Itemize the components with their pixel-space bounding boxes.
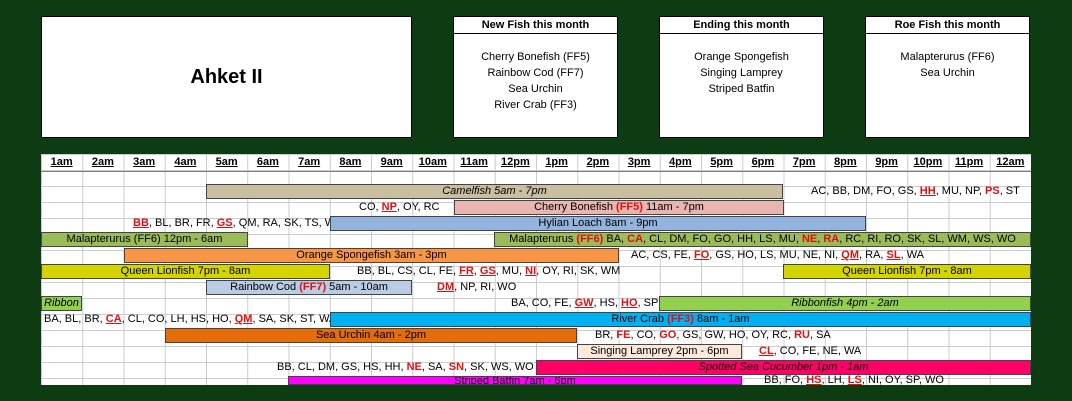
rainbow-cod-notes: DM, NP, RI, WO bbox=[437, 281, 517, 293]
roe-panel: Roe Fish this month Malapterurus (FF6) S… bbox=[865, 16, 1030, 138]
hour-label: 9pm bbox=[875, 156, 898, 168]
hour-label: 11pm bbox=[955, 156, 984, 168]
cherry-notes: CO, NP, OY, RC bbox=[359, 201, 440, 213]
ribbonfish-notes: BA, CO, FE, GW, HS, HO, SP bbox=[511, 297, 659, 309]
queen-lionfish-bar-late: Queen Lionfish 7pm - 8am bbox=[783, 264, 1031, 279]
ending-heading: Ending this month bbox=[660, 17, 823, 34]
camelfish-notes: AC, BB, DM, FO, GS, HH, MU, NP, PS, ST bbox=[811, 185, 1020, 197]
new-fish-item: Rainbow Cod (FF7) bbox=[487, 67, 584, 79]
sea-cucumber-notes: BB, CL, DM, GS, HS, HH, NE, SA, SN, SK, … bbox=[277, 361, 534, 373]
camelfish-bar: Camelfish 5am - 7pm bbox=[206, 184, 783, 199]
hour-label: 11am bbox=[460, 156, 488, 168]
hour-label: 5pm bbox=[710, 156, 733, 168]
hour-label: 10pm bbox=[913, 156, 943, 168]
queen-lionfish-notes: BB, BL, CS, CL, FE, FR, GS, MU, NI, OY, … bbox=[357, 265, 621, 277]
hour-label: 12am bbox=[996, 156, 1025, 168]
hour-label: 8pm bbox=[834, 156, 857, 168]
roe-heading: Roe Fish this month bbox=[866, 17, 1029, 34]
queen-lionfish-bar-early: Queen Lionfish 7pm - 8am bbox=[41, 264, 330, 279]
new-fish-item: Cherry Bonefish (FF5) bbox=[481, 51, 590, 63]
ribbonfish-bar-late: Ribbonfish 4pm - 2am bbox=[659, 296, 1031, 311]
singing-lamprey-bar: Singing Lamprey 2pm - 6pm bbox=[577, 344, 742, 359]
hour-label: 12pm bbox=[501, 156, 530, 168]
hour-label: 3am bbox=[133, 156, 156, 168]
hour-label: 7am bbox=[298, 156, 321, 168]
new-fish-item: River Crab (FF3) bbox=[494, 99, 577, 111]
title-panel: Ahket II bbox=[41, 16, 412, 138]
singing-lamprey-notes: CL, CO, FE, NE, WA bbox=[759, 345, 862, 357]
sea-urchin-notes: BR, FE, CO, GO, GS, GW, HO, OY, RC, RU, … bbox=[595, 329, 831, 341]
river-crab-bar: River Crab (FF3) 8am - 1am bbox=[330, 312, 1031, 327]
striped-batfin-notes: BB, FO, HS, LH, LS, NI, OY, SP, WO bbox=[764, 374, 944, 385]
hour-label: 2pm bbox=[586, 156, 610, 168]
hour-label: 10am bbox=[418, 156, 447, 168]
ribbonfish-bar-early: Ribbon bbox=[41, 296, 82, 311]
orange-spongefish-bar: Orange Spongefish 3am - 3pm bbox=[124, 248, 619, 263]
sea-urchin-bar: Sea Urchin 4am - 2pm bbox=[165, 328, 577, 343]
ending-item: Orange Spongefish bbox=[694, 51, 789, 63]
ending-item: Striped Batfin bbox=[708, 83, 775, 95]
ending-item: Singing Lamprey bbox=[700, 67, 783, 79]
orange-spongefish-notes: AC, CS, FE, FO, GS, HO, LS, MU, NE, NI, … bbox=[631, 249, 925, 261]
hour-label: 1pm bbox=[545, 156, 568, 168]
hour-label: 1am bbox=[50, 156, 73, 168]
ending-panel: Ending this month Orange Spongefish Sing… bbox=[659, 16, 824, 138]
schedule-grid: 1am 2am 3am 4am 5am 6am 7am 8am 9am 10am 11am 12pm 1… bbox=[41, 154, 1031, 385]
malapterurus-bar-late: Malapterurus (FF6) BA, CA, CL, DM, FO, G… bbox=[494, 232, 1031, 247]
cherry-bar: Cherry Bonefish (FF5) 11am - 7pm bbox=[454, 200, 784, 215]
hour-label: 7pm bbox=[792, 156, 816, 168]
striped-batfin-bar: Striped Batfin 7am - 6pm bbox=[288, 376, 742, 385]
hour-label: 2am bbox=[91, 156, 114, 168]
roe-item: Malapterurus (FF6) bbox=[900, 51, 995, 63]
hour-label: 6pm bbox=[751, 156, 775, 168]
roe-item: Sea Urchin bbox=[920, 67, 975, 79]
malapterurus-bar-early: Malapterurus (FF6) 12pm - 6am bbox=[41, 232, 248, 247]
river-crab-notes: BA, BL, BR, CA, CL, CO, LH, HS, HO, QM, … bbox=[44, 313, 337, 325]
hour-label: 4pm bbox=[669, 156, 692, 168]
hylian-notes: BB, BL, BR, FR, GS, QM, RA, SK, TS, WS bbox=[133, 217, 343, 229]
hour-label: 6am bbox=[256, 156, 279, 168]
hour-label: 8am bbox=[339, 156, 362, 168]
hour-label: 4am bbox=[174, 156, 197, 168]
hour-label: 3pm bbox=[627, 156, 651, 168]
hour-label: 9am bbox=[380, 156, 403, 168]
rainbow-cod-bar: Rainbow Cod (FF7) 5am - 10am bbox=[206, 280, 412, 295]
hylian-bar: Hylian Loach 8am - 9pm bbox=[330, 216, 866, 231]
hour-label: 5am bbox=[215, 156, 238, 168]
new-fish-panel: New Fish this month Cherry Bonefish (FF5… bbox=[453, 16, 618, 138]
location-title: Ahket II bbox=[190, 65, 263, 88]
new-fish-item: Sea Urchin bbox=[508, 83, 563, 95]
new-fish-heading: New Fish this month bbox=[454, 17, 617, 34]
